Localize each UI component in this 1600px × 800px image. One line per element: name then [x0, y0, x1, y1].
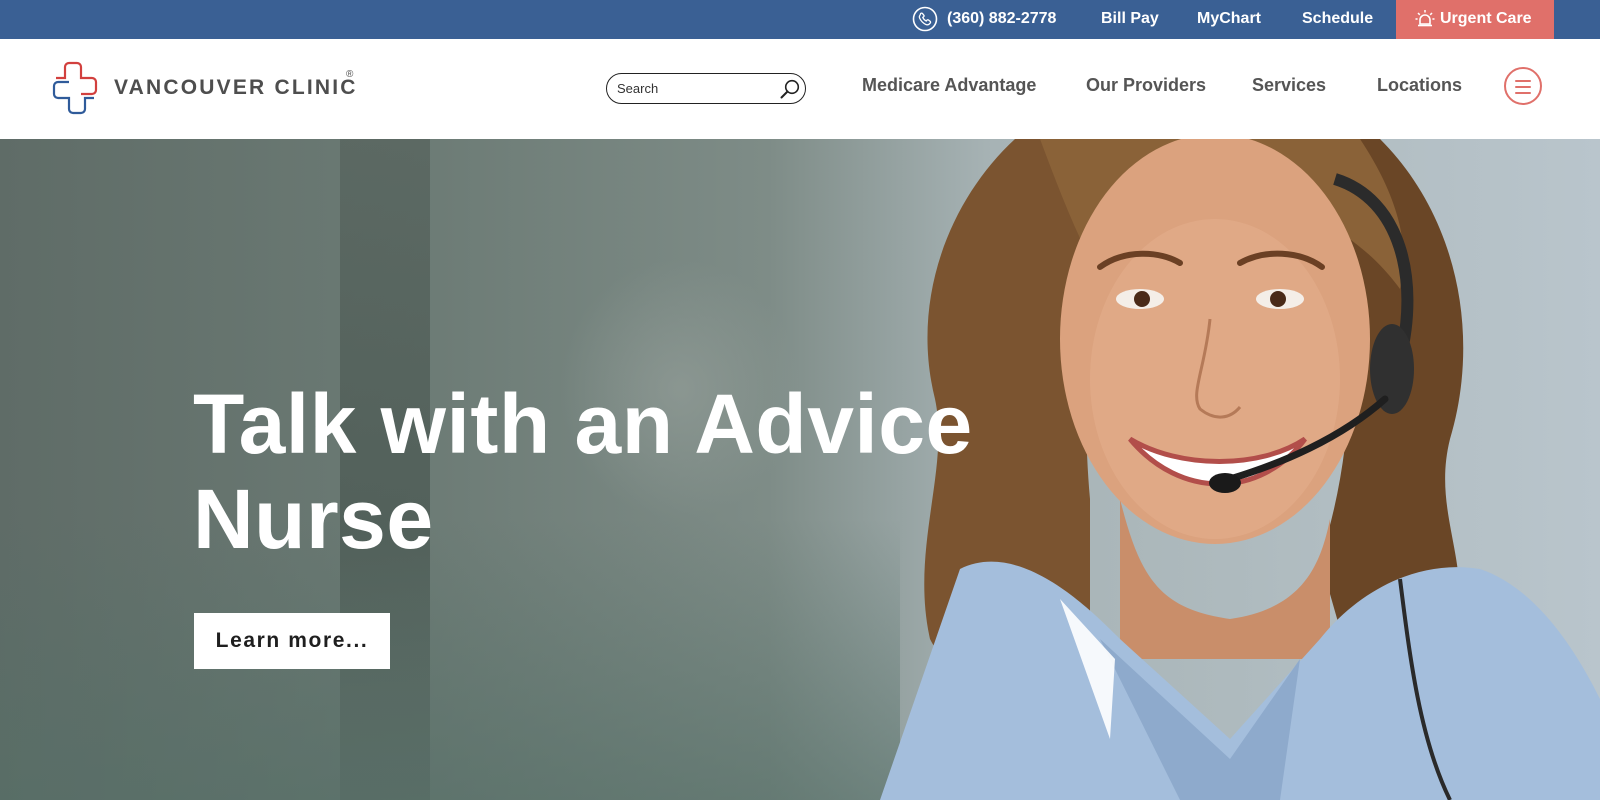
search-icon[interactable]	[779, 78, 801, 100]
menu-line	[1515, 80, 1531, 82]
logo[interactable]: VANCOUVER CLINIC ®	[52, 61, 362, 117]
menu-line	[1515, 92, 1531, 94]
bill-pay-link[interactable]: Bill Pay	[1101, 0, 1159, 39]
phone-link[interactable]: (360) 882-2778	[947, 0, 1056, 39]
registered-mark: ®	[346, 69, 354, 80]
hero-banner: Talk with an Advice Nurse Learn more...	[0, 139, 1600, 800]
hero-title: Talk with an Advice Nurse	[193, 377, 973, 566]
search-input[interactable]	[617, 79, 767, 98]
nav-medicare-advantage[interactable]: Medicare Advantage	[862, 75, 1036, 96]
nav-services[interactable]: Services	[1252, 75, 1326, 96]
top-utility-bar: (360) 882-2778 Bill Pay MyChart Schedule…	[0, 0, 1600, 39]
logo-text: VANCOUVER CLINIC	[114, 76, 358, 99]
siren-icon	[1415, 10, 1435, 27]
urgent-care-label: Urgent Care	[1440, 10, 1532, 27]
search-box	[606, 73, 806, 104]
menu-line	[1515, 86, 1531, 88]
hamburger-menu-icon[interactable]	[1504, 67, 1542, 105]
nav-locations[interactable]: Locations	[1377, 75, 1462, 96]
logo-cross-icon	[52, 61, 98, 115]
urgent-care-button[interactable]: Urgent Care	[1396, 0, 1554, 39]
nav-our-providers[interactable]: Our Providers	[1086, 75, 1206, 96]
mychart-link[interactable]: MyChart	[1197, 0, 1261, 39]
learn-more-button[interactable]: Learn more...	[194, 613, 390, 669]
main-header: VANCOUVER CLINIC ® Medicare Advantage Ou…	[0, 39, 1600, 139]
schedule-link[interactable]: Schedule	[1302, 0, 1373, 39]
phone-icon[interactable]	[912, 6, 938, 32]
